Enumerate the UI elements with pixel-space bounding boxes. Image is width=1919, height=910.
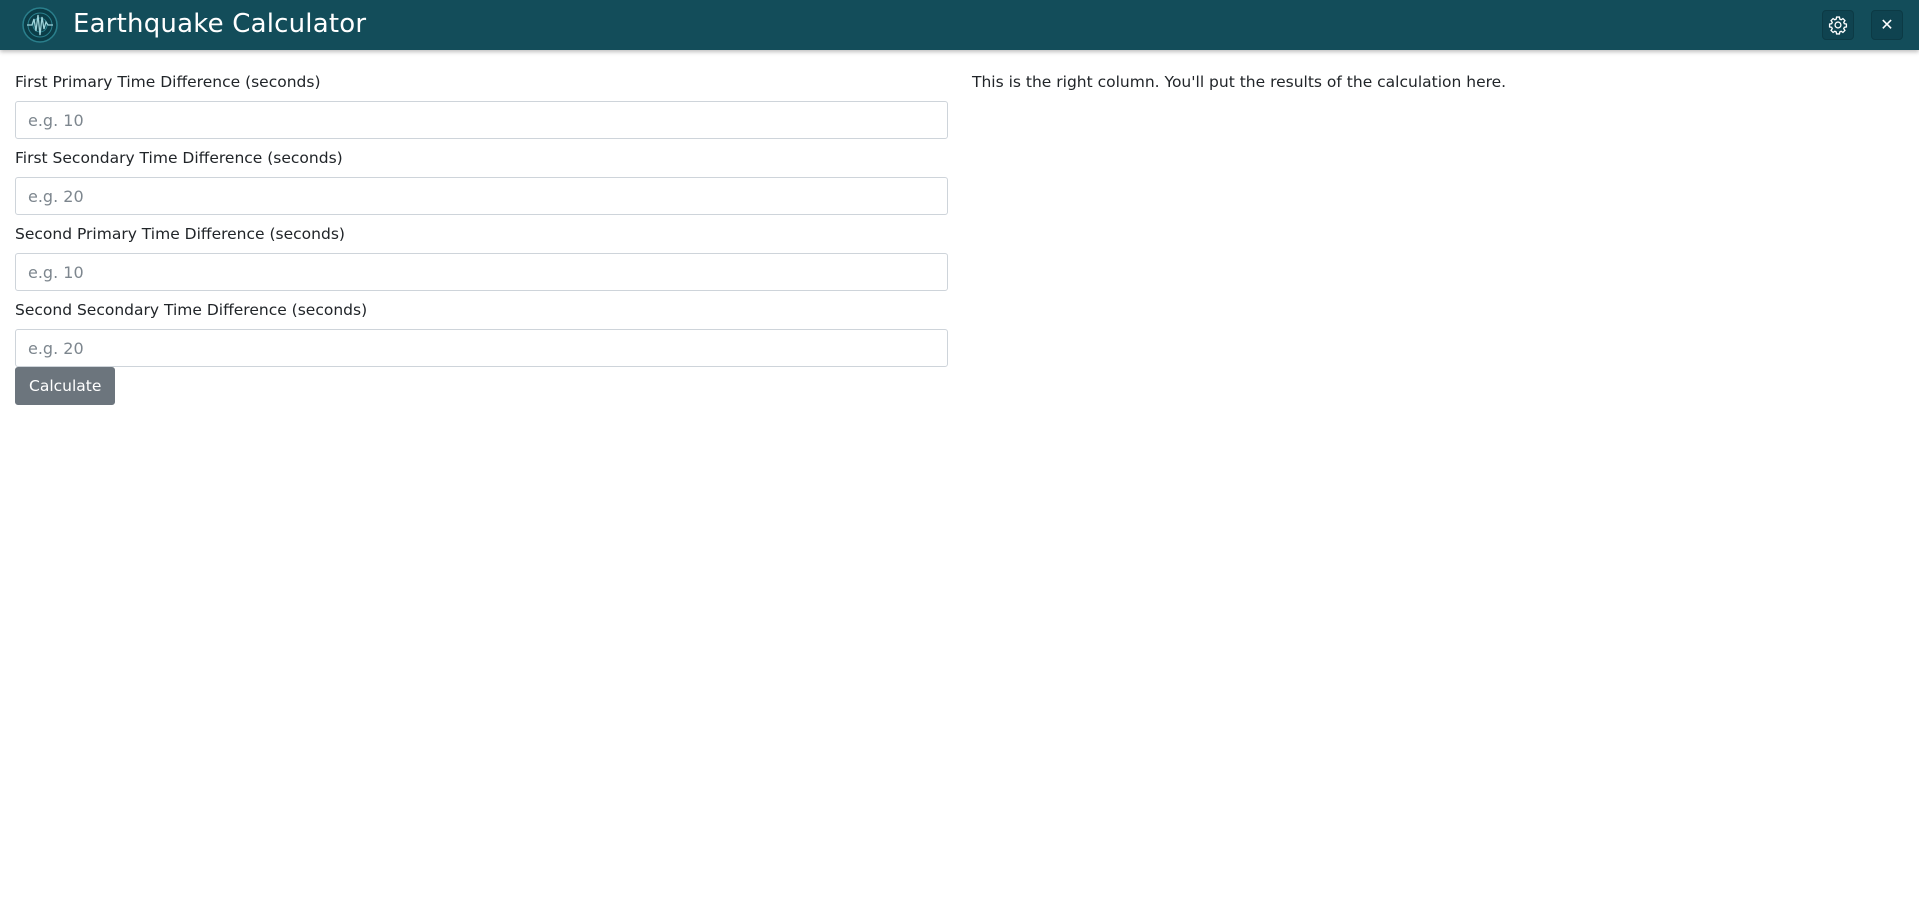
settings-button[interactable]	[1822, 10, 1854, 40]
gear-icon	[1828, 16, 1848, 35]
second-primary-label: Second Primary Time Difference (seconds)	[15, 225, 345, 243]
app-title: Earthquake Calculator	[73, 9, 367, 39]
first-secondary-input[interactable]	[15, 177, 948, 215]
second-primary-input[interactable]	[15, 253, 948, 291]
second-secondary-input[interactable]	[15, 329, 948, 367]
results-text: This is the right column. You'll put the…	[972, 73, 1507, 91]
close-button[interactable]: ✕	[1871, 10, 1903, 40]
title-bar: Earthquake Calculator ✕	[0, 0, 1919, 50]
first-primary-input[interactable]	[15, 101, 948, 139]
close-icon: ✕	[1880, 15, 1894, 34]
calculate-button[interactable]: Calculate	[15, 367, 116, 405]
second-secondary-label: Second Secondary Time Difference (second…	[15, 301, 368, 319]
first-secondary-label: First Secondary Time Difference (seconds…	[15, 149, 343, 167]
input-form: First Primary Time Difference (seconds) …	[15, 70, 948, 405]
seismograph-logo-icon	[22, 7, 58, 43]
first-primary-label: First Primary Time Difference (seconds)	[15, 73, 321, 91]
